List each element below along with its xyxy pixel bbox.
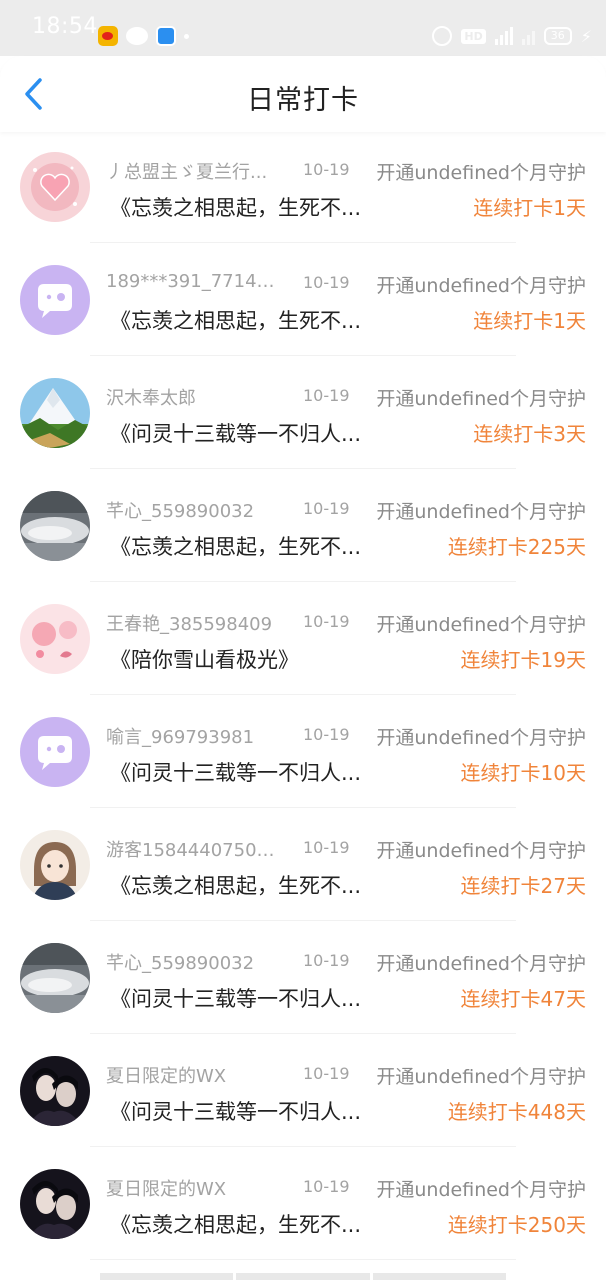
guard-status: 开通undefined个月守护 (376, 840, 586, 862)
checkin-list-item[interactable]: 夏日限定的WX 10-19 开通undefined个月守护 《问灵十三载等一不归人..… (0, 1034, 606, 1147)
guard-status: 开通undefined个月守护 (376, 614, 586, 636)
user-name: 芊心_559890032 (106, 501, 255, 522)
post-date: 10-19 (303, 612, 350, 631)
checkin-list-item[interactable]: 189***391_77141... 10-19 开通undefined个月守护 《忘… (0, 243, 606, 356)
checkin-streak: 连续打卡10天 (460, 761, 586, 785)
checkin-streak: 连续打卡250天 (447, 1213, 586, 1237)
checkin-list-item[interactable]: 芊心_559890032 10-19 开通undefined个月守护 《问灵十三载等一… (0, 921, 606, 1034)
book-title: 《问灵十三载等一不归人... (110, 761, 362, 785)
checkin-list-item[interactable]: 游客15844407500... 10-19 开通undefined个月守护 《忘羡之… (0, 808, 606, 921)
checkin-streak: 连续打卡19天 (460, 648, 586, 672)
waterfall-avatar[interactable] (20, 943, 90, 1013)
page-title: 日常打卡 (247, 85, 359, 116)
charging-icon: ⚡ (580, 26, 592, 46)
book-title: 《忘羡之相思起，生死不... (110, 874, 362, 898)
checkin-streak: 连续打卡448天 (447, 1100, 586, 1124)
alarm-icon (432, 26, 453, 46)
signal-icon (521, 27, 535, 45)
post-date: 10-19 (303, 1177, 350, 1196)
post-date: 10-19 (303, 725, 350, 744)
checkin-streak: 连续打卡47天 (460, 987, 586, 1011)
status-bar: 18:54 HD 36 ⚡ (0, 0, 606, 56)
book-title: 《忘羡之相思起，生死不... (110, 196, 362, 220)
girl-illustration-avatar[interactable] (20, 830, 90, 900)
user-name: 夏日限定的WX (106, 1066, 227, 1087)
pink-cartoon-avatar[interactable] (20, 604, 90, 674)
checkin-list-item[interactable]: 喻言_969793981 10-19 开通undefined个月守护 《问灵十三载等一… (0, 695, 606, 808)
hd-badge: HD (461, 28, 486, 44)
user-name: 芊心_559890032 (106, 953, 255, 974)
wechat-icon (126, 27, 148, 45)
status-time: 18:54 (32, 14, 98, 39)
post-date: 10-19 (303, 160, 350, 179)
waterfall-avatar[interactable] (20, 491, 90, 561)
checkin-list-item[interactable]: 王春艳_385598409 10-19 开通undefined个月守护《陪你雪山看极… (0, 582, 606, 695)
post-date: 10-19 (303, 1064, 350, 1083)
checkin-streak: 连续打卡3天 (473, 422, 586, 446)
guard-status: 开通undefined个月守护 (376, 162, 586, 184)
book-title: 《问灵十三载等一不归人... (110, 1100, 362, 1124)
book-title: 《忘羡之相思起，生死不... (110, 309, 362, 333)
guard-status: 开通undefined个月守护 (376, 1179, 586, 1201)
dark-portrait-avatar[interactable] (20, 1056, 90, 1126)
pink-heart-avatar[interactable] (20, 152, 90, 222)
default-chat-avatar[interactable] (20, 717, 90, 787)
bottom-edge (100, 1273, 506, 1280)
checkin-streak: 连续打卡27天 (460, 874, 586, 898)
signal-4g-icon (494, 27, 513, 45)
guard-status: 开通undefined个月守护 (376, 501, 586, 523)
checkin-streak: 连续打卡225天 (447, 535, 586, 559)
notification-icons (98, 26, 189, 46)
checkin-list-item[interactable]: 夏日限定的WX 10-19 开通undefined个月守护 《忘羡之相思起，生死不..… (0, 1147, 606, 1260)
guard-status: 开通undefined个月守护 (376, 1066, 586, 1088)
status-indicators: HD 36 ⚡ (432, 26, 592, 46)
user-name: 189***391_77141... (106, 271, 281, 292)
mountain-avatar[interactable] (20, 378, 90, 448)
book-title: 《陪你雪山看极光》 (110, 648, 299, 672)
book-title: 《问灵十三载等一不归人... (110, 422, 362, 446)
checkin-list-item[interactable]: 丿总盟主ゞ夏兰行... 10-19 开通undefined个月守护 《忘羡之相思起，生… (0, 130, 606, 243)
post-date: 10-19 (303, 951, 350, 970)
book-title: 《忘羡之相思起，生死不... (110, 535, 362, 559)
post-date: 10-19 (303, 499, 350, 518)
user-name: 游客15844407500... (106, 840, 281, 861)
checkin-list-item[interactable]: 芊心_559890032 10-19 开通undefined个月守护 《忘羡之相思起，… (0, 469, 606, 582)
dark-portrait-avatar[interactable] (20, 1169, 90, 1239)
guard-status: 开通undefined个月守护 (376, 388, 586, 410)
app-notification-icon (156, 26, 176, 46)
default-chat-avatar[interactable] (20, 265, 90, 335)
post-date: 10-19 (303, 838, 350, 857)
battery-icon: 36 (543, 27, 572, 45)
guard-status: 开通undefined个月守护 (376, 727, 586, 749)
post-date: 10-19 (303, 273, 350, 292)
checkin-streak: 连续打卡1天 (473, 196, 586, 220)
user-name: 丿总盟主ゞ夏兰行... (106, 162, 268, 183)
guard-status: 开通undefined个月守护 (376, 953, 586, 975)
user-name: 沢木奉太郎 (106, 388, 196, 409)
checkin-list-item[interactable]: 沢木奉太郎 10-19 开通undefined个月守护 《问灵十三载等一不归人... 连… (0, 356, 606, 469)
row-divider (90, 1259, 516, 1260)
guard-status: 开通undefined个月守护 (376, 275, 586, 297)
book-title: 《忘羡之相思起，生死不... (110, 1213, 362, 1237)
checkin-streak: 连续打卡1天 (473, 309, 586, 333)
weibo-icon (98, 26, 118, 46)
app-header: 日常打卡 (0, 56, 606, 132)
checkin-list: 丿总盟主ゞ夏兰行... 10-19 开通undefined个月守护 《忘羡之相思起，生… (0, 130, 606, 1260)
book-title: 《问灵十三载等一不归人... (110, 987, 362, 1011)
more-notifications-dot (184, 33, 189, 39)
user-name: 夏日限定的WX (106, 1179, 227, 1200)
user-name: 喻言_969793981 (106, 727, 255, 748)
user-name: 王春艳_385598409 (106, 614, 273, 635)
post-date: 10-19 (303, 386, 350, 405)
